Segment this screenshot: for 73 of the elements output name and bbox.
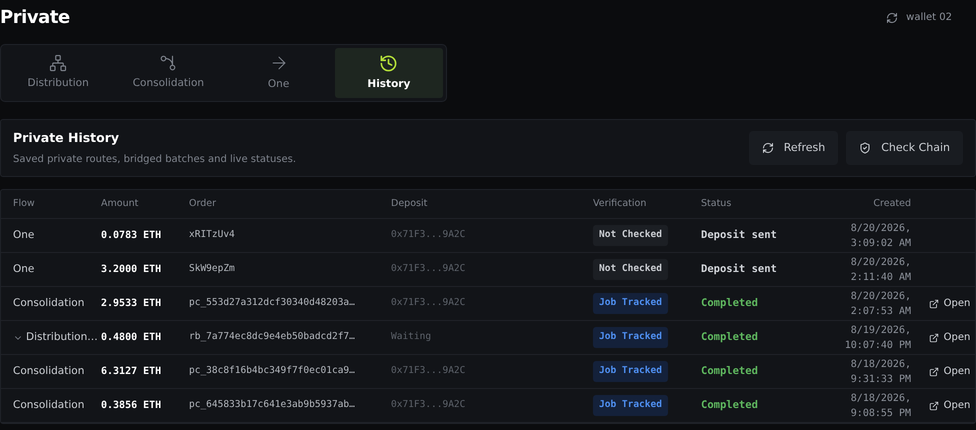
flow-cell-text: Consolidation <box>13 296 84 311</box>
tab[interactable]: Distribution <box>4 48 112 98</box>
check-chain-button[interactable]: Check Chain <box>846 131 963 165</box>
tab[interactable]: Consolidation <box>114 48 222 98</box>
card-title: Private History <box>13 129 120 148</box>
created-cell-text: 8/20/2026, 2:07:53 AM <box>850 290 911 318</box>
verification-badge: Job Tracked <box>593 395 668 416</box>
order-cell-text: SkW9epZm <box>189 262 236 276</box>
created-cell-text: 8/19/2026, 10:07:40 PM <box>844 324 911 352</box>
tab[interactable]: One <box>224 48 333 98</box>
wallet-label: wallet 02 <box>906 11 952 25</box>
card-subtitle: Saved private routes, bridged batches and live statuses. <box>13 152 296 167</box>
flow-cell-text: Consolidation <box>13 364 84 379</box>
deposit-cell-text: 0x71F3...9A2C <box>391 262 466 276</box>
external-link-icon <box>928 298 939 308</box>
history-icon <box>379 54 398 73</box>
amount-cell-text: 2.9533 ETH <box>101 297 162 311</box>
status-cell-text: Completed <box>701 364 759 379</box>
deposit-cell-text: Waiting <box>391 330 432 344</box>
verification-badge: Job Tracked <box>593 293 668 314</box>
deposit-cell-text: 0x71F3...9A2C <box>391 398 466 412</box>
external-link-icon <box>928 332 939 342</box>
verification-badge: Job Tracked <box>593 361 668 382</box>
flow-cell-text: One <box>13 262 34 277</box>
open-link[interactable]: Open <box>928 296 970 311</box>
order-cell-text: pc_553d27a312dcf30340d48203a… <box>189 296 356 310</box>
status-cell-text: Completed <box>701 296 759 311</box>
amount-cell-text: 0.3856 ETH <box>101 399 162 413</box>
deposit-cell-text: 0x71F3...9A2C <box>391 296 466 310</box>
refresh-icon <box>762 142 774 154</box>
flow-cell-text: Consolidation <box>13 398 84 413</box>
status-cell-text: Deposit sent <box>701 228 778 243</box>
created-cell-text: 8/18/2026, 9:31:33 PM <box>850 358 911 386</box>
created-cell-text: 8/18/2026, 9:08:55 PM <box>850 392 911 420</box>
external-link-icon <box>928 400 939 410</box>
open-link[interactable]: Open <box>928 398 970 413</box>
page-title: Private <box>0 6 70 30</box>
column-header: Verification <box>593 196 646 211</box>
deposit-cell-text: 0x71F3...9A2C <box>391 364 466 378</box>
amount-cell-text: 3.2000 ETH <box>101 263 162 277</box>
shield-icon <box>859 142 872 154</box>
column-header: Flow <box>13 196 35 211</box>
column-header: Status <box>701 196 732 211</box>
verification-badge: Job Tracked <box>593 327 668 348</box>
hierarchy-icon <box>49 54 68 72</box>
flow-cell-text: Distribution… <box>26 330 98 345</box>
column-header: Order <box>189 196 216 211</box>
status-cell-text: Deposit sent <box>701 262 778 277</box>
column-header: Created <box>873 196 911 211</box>
status-cell-text: Completed <box>701 330 759 345</box>
flow-cell-text: One <box>13 228 34 243</box>
merge-icon <box>159 54 178 72</box>
amount-cell-text: 0.4800 ETH <box>101 331 162 345</box>
refresh-button[interactable]: Refresh <box>748 131 838 165</box>
order-cell-text: pc_38c8f16b4bc349f7f0ec01ca9… <box>189 364 356 378</box>
tab[interactable]: History <box>334 48 443 98</box>
created-cell-text: 8/20/2026, 3:09:02 AM <box>850 222 911 250</box>
verification-badge: Not Checked <box>593 225 668 246</box>
deposit-cell-text: 0x71F3...9A2C <box>391 228 466 242</box>
column-header: Deposit <box>391 196 428 211</box>
created-cell-text: 8/20/2026, 2:11:40 AM <box>850 256 911 284</box>
order-cell-text: pc_645833b17c641e3ab9b5937ab… <box>189 398 356 412</box>
status-cell-text: Completed <box>701 398 759 413</box>
verification-badge: Not Checked <box>593 259 668 280</box>
amount-cell-text: 6.3127 ETH <box>101 365 162 379</box>
open-link[interactable]: Open <box>928 330 970 345</box>
amount-cell-text: 0.0783 ETH <box>101 229 162 243</box>
order-cell-text: xRITzUv4 <box>189 228 236 242</box>
external-link-icon <box>928 366 939 376</box>
order-cell-text: rb_7a774ec8dc9e4eb50badcd2f7… <box>189 330 356 344</box>
sync-icon <box>886 12 898 24</box>
open-link[interactable]: Open <box>928 364 970 379</box>
column-header: Amount <box>101 196 138 211</box>
